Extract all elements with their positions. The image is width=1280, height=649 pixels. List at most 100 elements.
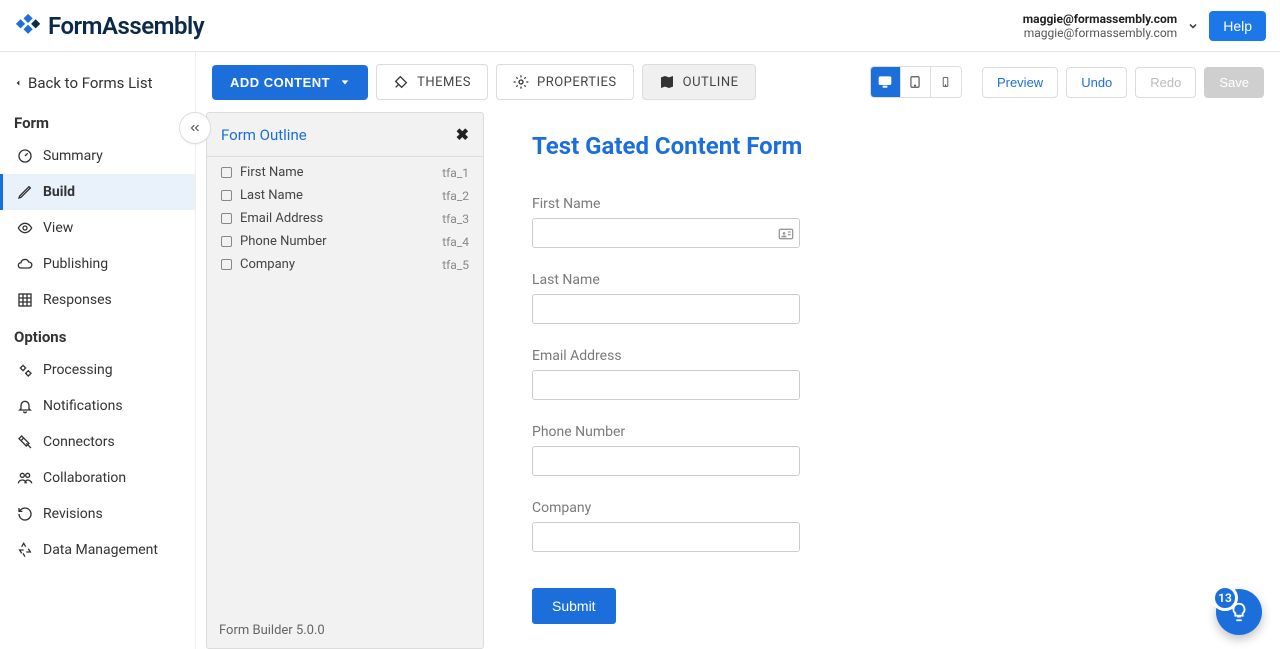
sidebar-section-options: Options [0,318,195,352]
sidebar-item-notifications[interactable]: Notifications [0,388,195,424]
undo-button[interactable]: Undo [1066,67,1127,98]
device-mobile-button[interactable] [931,67,961,97]
sidebar-item-label: View [43,220,73,236]
outline-row[interactable]: Last Name tfa_2 [211,184,479,207]
sidebar-item-label: Data Management [43,542,158,558]
pencil-icon [17,184,33,200]
help-bubble[interactable]: 13 [1216,589,1262,635]
form-field-label: Phone Number [532,424,1264,440]
save-button[interactable]: Save [1204,67,1264,98]
account-menu[interactable]: maggie@formassembly.com maggie@formassem… [1023,12,1199,40]
outline-row[interactable]: Email Addresstfa_3 [211,207,479,230]
sidebar-item-connectors[interactable]: Connectors [0,424,195,460]
add-content-button[interactable]: ADD CONTENT [212,65,368,100]
outline-footer: Form Builder 5.0.0 [207,613,483,648]
sidebar-collapse-button[interactable] [179,112,211,144]
form-field-input[interactable] [532,522,800,552]
sidebar-item-label: Summary [43,148,103,164]
topbar: FormAssembly maggie@formassembly.com mag… [0,0,1280,52]
properties-button[interactable]: PROPERTIES [496,64,634,100]
caret-left-icon [14,77,22,89]
outline-row-label: Company [240,257,295,272]
sidebar-item-build[interactable]: Build [0,174,195,210]
form-field-input[interactable] [532,370,800,400]
sidebar-item-view[interactable]: View [0,210,195,246]
chevrons-left-icon [188,121,202,135]
history-icon [17,506,33,522]
field-type-icon [221,213,232,224]
map-icon [659,74,675,90]
bell-icon [17,398,33,414]
eye-icon [17,220,33,236]
form-field: Company [532,500,1264,552]
sidebar-item-responses[interactable]: Responses [0,282,195,318]
form-field-input[interactable] [532,446,800,476]
gear-icon [513,74,529,90]
sidebar-item-revisions[interactable]: Revisions [0,496,195,532]
themes-button[interactable]: THEMES [376,64,488,100]
preview-button[interactable]: Preview [982,67,1058,98]
redo-button[interactable]: Redo [1135,67,1196,98]
form-field-input[interactable] [532,294,800,324]
outline-row-id: tfa_2 [442,189,469,203]
sidebar-section-form: Form [0,104,195,138]
device-toggle-group [870,66,962,98]
sidebar-item-label: Connectors [43,434,115,450]
outline-row-id: tfa_5 [442,258,469,272]
cloud-icon [17,256,33,272]
form-title[interactable]: Test Gated Content Form [532,132,1264,160]
contact-card-icon [778,226,794,240]
outline-panel-close[interactable]: ✖ [456,125,469,144]
form-field-label: First Name [532,196,1264,212]
outline-row[interactable]: Phone Numbertfa_4 [211,230,479,253]
toolbar: ADD CONTENT THEMES PROPERTIES OUTLINE [196,52,1280,112]
caret-down-icon [340,77,350,87]
recycle-icon [17,542,33,558]
account-email-secondary: maggie@formassembly.com [1023,26,1177,40]
submit-button[interactable]: Submit [532,588,616,624]
form-field: Phone Number [532,424,1264,476]
brand-logo[interactable]: FormAssembly [14,12,204,40]
outline-row[interactable]: First Nametfa_1 [211,161,479,184]
form-field-input[interactable] [532,218,800,248]
outline-row-label: Email Address [240,211,323,226]
outline-button[interactable]: OUTLINE [642,64,756,100]
device-tablet-button[interactable] [901,67,931,97]
sidebar-item-label: Revisions [43,506,103,522]
sidebar-item-summary[interactable]: Summary [0,138,195,174]
sidebar-item-publishing[interactable]: Publishing [0,246,195,282]
back-label: Back to Forms List [28,74,152,92]
mobile-icon [940,74,951,90]
field-type-icon [221,259,232,270]
field-type-icon [221,190,232,201]
outline-panel: Form Outline ✖ First Nametfa_1Last Namet… [206,112,484,649]
back-to-forms-link[interactable]: Back to Forms List [0,66,195,104]
form-field-label: Company [532,500,1264,516]
sidebar-item-data-management[interactable]: Data Management [0,532,195,568]
brush-icon [393,74,409,90]
sidebar-item-label: Build [43,184,75,200]
outline-row[interactable]: Company tfa_5 [211,253,479,276]
chevron-down-icon [1187,20,1199,32]
form-field: Last Name [532,272,1264,324]
grid-icon [17,292,33,308]
sidebar-item-processing[interactable]: Processing [0,352,195,388]
form-preview: Test Gated Content Form First Name Last N… [532,112,1264,649]
properties-label: PROPERTIES [537,75,617,90]
device-desktop-button[interactable] [871,67,901,97]
outline-row-label: Last Name [240,188,303,203]
help-button[interactable]: Help [1209,11,1266,41]
account-email-primary: maggie@formassembly.com [1023,12,1177,26]
brand-logo-icon [14,13,40,39]
form-field: First Name [532,196,1264,248]
tablet-icon [908,74,922,90]
field-type-icon [221,167,232,178]
dashboard-icon [17,148,33,164]
sidebar-item-label: Responses [43,292,112,308]
sidebar-item-label: Publishing [43,256,108,272]
add-content-label: ADD CONTENT [230,75,330,90]
themes-label: THEMES [417,75,471,90]
sidebar-item-collaboration[interactable]: Collaboration [0,460,195,496]
form-field-label: Email Address [532,348,1264,364]
outline-row-id: tfa_4 [442,235,469,249]
